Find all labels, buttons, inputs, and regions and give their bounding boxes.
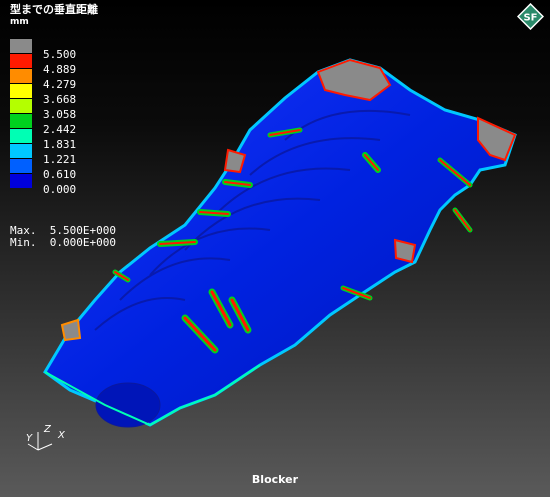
legend-value: 0.610 — [43, 168, 77, 181]
axis-x-label: X — [57, 430, 66, 441]
legend-value: 2.442 — [43, 123, 77, 136]
legend-swatch — [10, 158, 32, 173]
legend-swatch — [10, 113, 32, 128]
legend-value: 3.058 — [43, 108, 77, 121]
legend-swatch — [10, 38, 32, 53]
axis-z-label: Z — [43, 424, 52, 435]
legend-value: 0.000 — [43, 183, 77, 196]
legend-swatch — [10, 173, 32, 188]
legend-swatch — [10, 128, 32, 143]
legend-value: 1.831 — [43, 138, 77, 151]
legend-swatch — [10, 83, 32, 98]
legend-value: 5.500 — [43, 48, 77, 61]
diamond-logo-icon: SF — [517, 3, 544, 30]
unit-label: mm — [10, 17, 29, 27]
part-name-label: Blocker — [251, 473, 299, 486]
legend-swatch — [10, 143, 32, 158]
legend-value: 4.279 — [43, 78, 77, 91]
min-row: Min. 0.000E+000 — [10, 237, 116, 249]
legend-value: 4.889 — [43, 63, 77, 76]
legend-swatch — [10, 98, 32, 113]
legend-labels: 5.500 4.889 4.279 3.668 3.058 2.442 1.83… — [43, 47, 76, 197]
logo-text: SF — [523, 13, 537, 24]
legend-swatch — [10, 68, 32, 83]
axis-y-label: Y — [26, 433, 33, 444]
color-legend — [10, 38, 32, 188]
min-max-stats: Max. 5.500E+000 Min. 0.000E+000 — [10, 225, 116, 249]
legend-value: 1.221 — [43, 153, 77, 166]
min-label: Min. — [10, 236, 37, 249]
axis-triad-icon: Z Y X — [26, 424, 66, 451]
min-value: 0.000E+000 — [49, 236, 116, 249]
legend-swatch — [10, 53, 32, 68]
legend-value: 3.668 — [43, 93, 77, 106]
result-title: 型までの垂直距離 — [10, 3, 98, 16]
